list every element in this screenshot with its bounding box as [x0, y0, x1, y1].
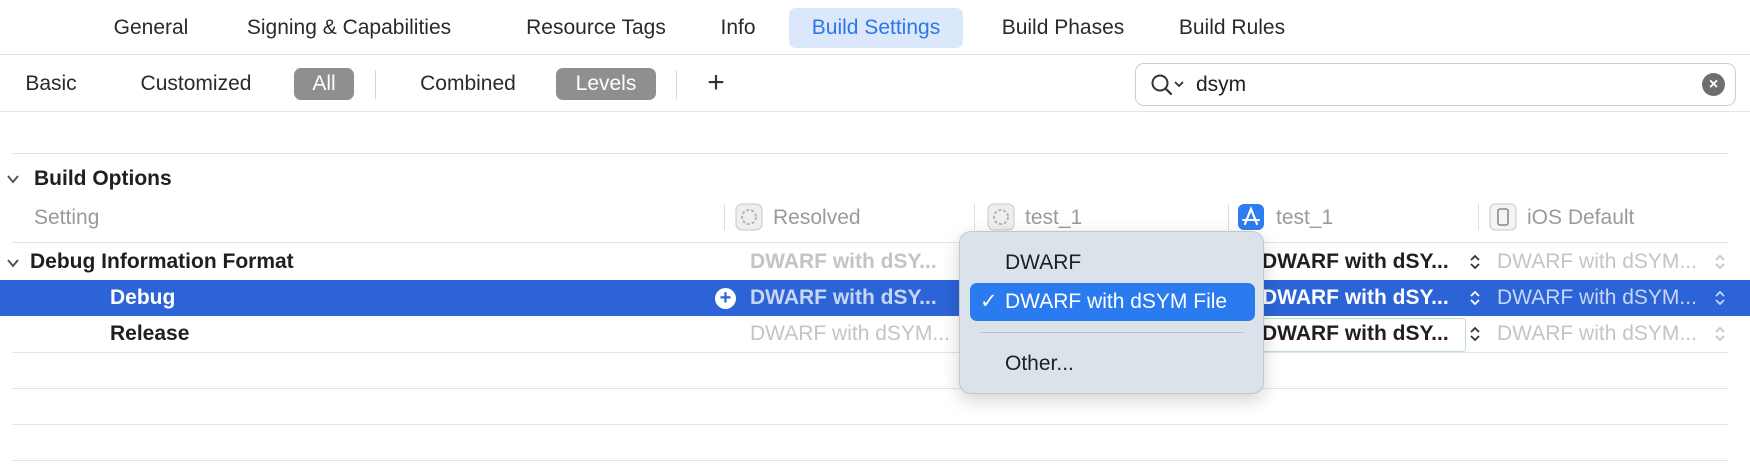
divider — [12, 424, 1728, 425]
search-input[interactable]: dsym — [1196, 64, 1246, 105]
column-divider[interactable] — [1478, 204, 1479, 230]
debug-format-popup-menu: DWARF ✓ DWARF with dSYM File Other... — [959, 231, 1264, 394]
filter-all-button[interactable]: All — [294, 68, 354, 100]
configuration-name: Debug — [110, 286, 176, 309]
table-row[interactable]: Release DWARF with dSYM... DWARF with dS… — [0, 316, 1750, 352]
tab-signing-capabilities[interactable]: Signing & Capabilities — [220, 8, 478, 48]
target-value[interactable]: DWARF with dSY... — [1262, 316, 1462, 352]
popup-stepper-icon[interactable] — [1714, 253, 1726, 271]
column-divider[interactable] — [724, 204, 725, 230]
column-header-resolved: Resolved — [773, 206, 861, 229]
chevron-down-icon[interactable] — [6, 172, 20, 186]
tab-build-rules[interactable]: Build Rules — [1170, 8, 1294, 48]
filter-levels-button[interactable]: Levels — [556, 68, 656, 100]
resolved-value: DWARF with dSYM... — [750, 322, 950, 345]
filter-customized-button[interactable]: Customized — [126, 68, 266, 100]
project-icon — [987, 203, 1015, 231]
menu-item-dwarf[interactable]: DWARF — [970, 244, 1255, 282]
resolved-value: DWARF with dSY... — [750, 286, 937, 309]
popup-stepper-icon[interactable] — [1714, 325, 1726, 343]
divider — [12, 153, 1728, 154]
target-value[interactable]: DWARF with dSY... — [1262, 280, 1462, 316]
table-row[interactable]: Debug Information Format DWARF with dSY.… — [0, 244, 1750, 280]
popup-stepper-icon[interactable] — [1469, 325, 1481, 343]
menu-item-other[interactable]: Other... — [970, 345, 1255, 383]
table-row-selected[interactable]: Debug + DWARF with dSY... DWARF with dSY… — [0, 280, 1750, 316]
popup-stepper-icon[interactable] — [1469, 253, 1481, 271]
menu-item-label: DWARF with dSYM File — [1005, 290, 1228, 313]
tab-build-phases[interactable]: Build Phases — [990, 8, 1136, 48]
divider — [12, 242, 1728, 243]
divider — [676, 70, 677, 99]
divider — [375, 70, 376, 99]
divider — [12, 352, 1728, 353]
search-icon[interactable] — [1150, 72, 1190, 98]
tab-general[interactable]: General — [108, 8, 194, 48]
top-tab-bar: General Signing & Capabilities Resource … — [0, 0, 1750, 55]
divider — [12, 460, 1728, 461]
menu-separator — [980, 332, 1244, 333]
section-title: Build Options — [34, 167, 172, 190]
column-header-setting: Setting — [34, 206, 100, 229]
checkmark-icon: ✓ — [980, 290, 998, 313]
chevron-down-icon[interactable] — [6, 256, 20, 270]
column-header-target: test_1 — [1276, 206, 1334, 229]
divider — [12, 388, 1728, 389]
ios-device-icon — [1489, 203, 1517, 231]
search-field[interactable]: dsym × — [1135, 63, 1736, 106]
configuration-name: Release — [110, 322, 190, 345]
add-setting-button[interactable]: + — [702, 66, 730, 100]
tab-resource-tags[interactable]: Resource Tags — [516, 8, 676, 48]
popup-stepper-icon[interactable] — [1714, 289, 1726, 307]
popup-stepper-icon[interactable] — [1469, 289, 1481, 307]
tab-build-settings[interactable]: Build Settings — [789, 8, 963, 48]
filter-bar: Basic Customized All Combined Levels + d… — [0, 56, 1750, 112]
ios-default-value: DWARF with dSYM... — [1497, 286, 1697, 309]
clear-search-icon[interactable]: × — [1702, 73, 1725, 96]
column-divider[interactable] — [974, 204, 975, 230]
ios-default-value: DWARF with dSYM... — [1497, 250, 1697, 273]
resolved-icon — [735, 203, 763, 231]
filter-combined-button[interactable]: Combined — [406, 68, 530, 100]
resolved-value: DWARF with dSY... — [750, 250, 937, 273]
menu-item-dwarf-with-dsym[interactable]: ✓ DWARF with dSYM File — [970, 283, 1255, 321]
app-target-icon — [1238, 204, 1264, 230]
filter-basic-button[interactable]: Basic — [16, 68, 86, 100]
column-header-ios-default: iOS Default — [1527, 206, 1635, 229]
tab-info[interactable]: Info — [712, 8, 764, 48]
target-value[interactable]: DWARF with dSY... — [1262, 244, 1462, 280]
ios-default-value: DWARF with dSYM... — [1497, 322, 1697, 345]
setting-name: Debug Information Format — [30, 250, 294, 273]
add-condition-icon[interactable]: + — [715, 288, 736, 309]
column-divider[interactable] — [1228, 204, 1229, 230]
